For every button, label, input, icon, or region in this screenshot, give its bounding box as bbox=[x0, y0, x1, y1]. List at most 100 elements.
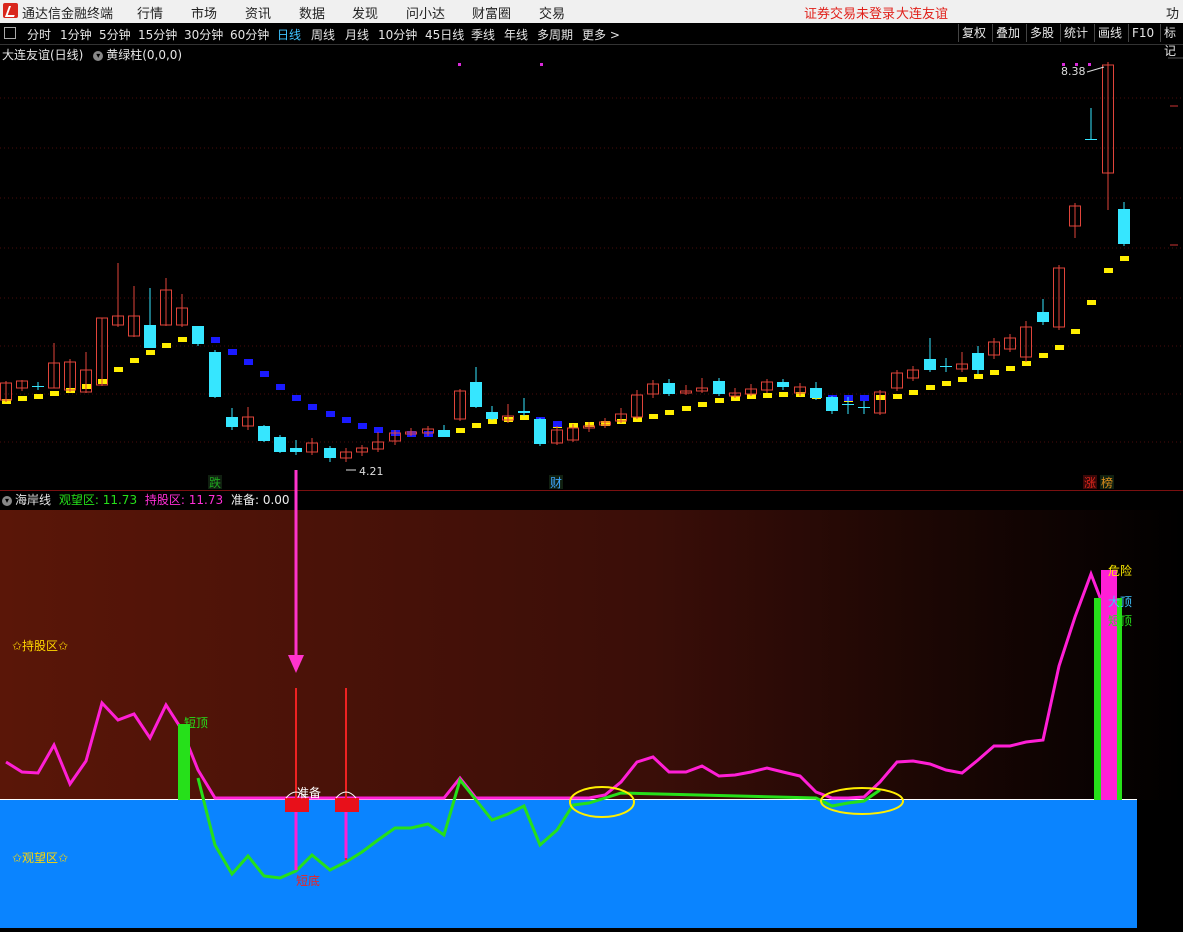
candle-body-down bbox=[713, 381, 725, 394]
candle-body-down bbox=[810, 388, 822, 398]
yellow-bar bbox=[649, 414, 658, 419]
marker-text: 财 bbox=[550, 476, 562, 490]
yellow-bar bbox=[893, 394, 902, 399]
blue-bar bbox=[342, 417, 351, 423]
candle-body-down bbox=[144, 325, 156, 348]
candle-body-down bbox=[777, 382, 789, 387]
candle-body-down bbox=[1085, 139, 1097, 140]
prepare-block-2 bbox=[335, 798, 359, 812]
short-bottom-label: 短底 bbox=[296, 873, 320, 888]
big-top-label: 大顶 bbox=[1108, 595, 1132, 609]
yellow-bar bbox=[1006, 366, 1015, 371]
yellow-bar bbox=[1104, 268, 1113, 273]
chart-canvas[interactable]: ✩持股区✩ ✩观望区✩ 短顶准备短底 危险大顶短顶 8.38 4.21 跌 财 涨榜 bbox=[0, 0, 1183, 932]
short-top-label: 短顶 bbox=[184, 716, 208, 730]
yellow-bar bbox=[472, 423, 481, 428]
yellow-bar bbox=[974, 374, 983, 379]
hold-value: 11.73 bbox=[188, 493, 224, 507]
candle-body-down bbox=[826, 397, 838, 411]
yellow-bar bbox=[34, 394, 43, 399]
prepare-block bbox=[285, 798, 309, 812]
yellow-bar bbox=[698, 402, 707, 407]
indicator-caret-icon[interactable]: ▾ bbox=[93, 48, 106, 62]
short-top-bar bbox=[178, 724, 190, 800]
candle-body-down bbox=[972, 353, 984, 370]
prepare-label: 准备 bbox=[297, 786, 321, 800]
blue-bar bbox=[260, 371, 269, 377]
yellow-bar bbox=[990, 370, 999, 375]
candle-body-down bbox=[842, 404, 854, 405]
yellow-bar bbox=[1055, 345, 1064, 350]
main-chart-title: 大连友谊(日线) ▾ 黄绿柱(0,0,0) bbox=[2, 46, 182, 63]
signal-dot bbox=[1088, 63, 1091, 66]
hold-zone-background bbox=[0, 510, 1183, 800]
candle-body-down bbox=[663, 383, 675, 394]
yellow-bar bbox=[682, 406, 691, 411]
short-top-bar-2 bbox=[1117, 598, 1122, 800]
signal-dot bbox=[458, 63, 461, 66]
marker-text: 涨 bbox=[1084, 475, 1096, 490]
sub-indicator-name[interactable]: 海岸线 bbox=[15, 493, 51, 507]
indicator-name[interactable]: 黄绿柱(0,0,0) bbox=[106, 48, 182, 62]
watch-value: 11.73 bbox=[102, 493, 138, 507]
high-price-label: 8.38 bbox=[1061, 65, 1086, 78]
yellow-bar bbox=[456, 428, 465, 433]
blue-bar bbox=[276, 384, 285, 390]
candle-body-down bbox=[534, 419, 546, 444]
blue-bar bbox=[358, 423, 367, 429]
yellow-bar bbox=[18, 396, 27, 401]
yellow-bar bbox=[1071, 329, 1080, 334]
candle-body-down bbox=[924, 359, 936, 370]
blue-bar bbox=[308, 404, 317, 410]
blue-bar bbox=[326, 411, 335, 417]
candle-body-down bbox=[226, 417, 238, 427]
blue-bar bbox=[860, 395, 869, 401]
sub-indicator-caret-icon[interactable]: ▾ bbox=[2, 495, 12, 506]
candle-body-down bbox=[274, 437, 286, 452]
yellow-bar bbox=[50, 391, 59, 396]
watch-label: 观望区: bbox=[58, 493, 99, 507]
high-price-pointer bbox=[1086, 66, 1105, 73]
yellow-bar bbox=[146, 350, 155, 355]
yellow-bar bbox=[178, 337, 187, 342]
yellow-bar bbox=[665, 410, 674, 415]
yellow-bar bbox=[942, 381, 951, 386]
prep-value: 0.00 bbox=[262, 493, 290, 507]
danger-label: 危险 bbox=[1108, 563, 1132, 578]
yellow-bar bbox=[926, 385, 935, 390]
candle-body-down bbox=[258, 426, 270, 441]
yellow-bar bbox=[909, 390, 918, 395]
candle-body-down bbox=[1037, 312, 1049, 322]
candle-body-down bbox=[518, 411, 530, 413]
candle-body-down bbox=[470, 382, 482, 407]
big-top-bar bbox=[1094, 598, 1101, 800]
prep-label: 准备: bbox=[230, 493, 260, 507]
watch-zone-background bbox=[0, 800, 1137, 928]
blue-bar bbox=[228, 349, 237, 355]
yellow-bar bbox=[779, 392, 788, 397]
candle-body-down bbox=[209, 352, 221, 397]
hold-label: 持股区: bbox=[144, 493, 185, 507]
yellow-bar bbox=[715, 398, 724, 403]
stock-title: 大连友谊(日线) bbox=[2, 48, 84, 62]
signal-dot bbox=[540, 63, 543, 66]
watch-zone-label: ✩观望区✩ bbox=[12, 851, 68, 865]
blue-bar bbox=[244, 359, 253, 365]
candle-body-down bbox=[438, 430, 450, 437]
candle-body-down bbox=[1118, 209, 1130, 244]
yellow-bar bbox=[1120, 256, 1129, 261]
blue-bar bbox=[211, 337, 220, 343]
marker-text: 跌 bbox=[209, 475, 221, 490]
candle-body-down bbox=[290, 448, 302, 452]
candle-body-down bbox=[192, 326, 204, 344]
yellow-bar bbox=[958, 377, 967, 382]
yellow-bar bbox=[130, 358, 139, 363]
yellow-bar bbox=[162, 343, 171, 348]
yellow-bar bbox=[763, 393, 772, 398]
candle-body-down bbox=[324, 448, 336, 458]
blue-bar bbox=[292, 395, 301, 401]
yellow-bar bbox=[1087, 300, 1096, 305]
candle-body-down bbox=[32, 386, 44, 387]
candle-body-down bbox=[858, 407, 870, 408]
sub-chart-title: ▾ 海岸线 观望区: 11.73 持股区: 11.73 准备: 0.00 bbox=[2, 491, 290, 508]
